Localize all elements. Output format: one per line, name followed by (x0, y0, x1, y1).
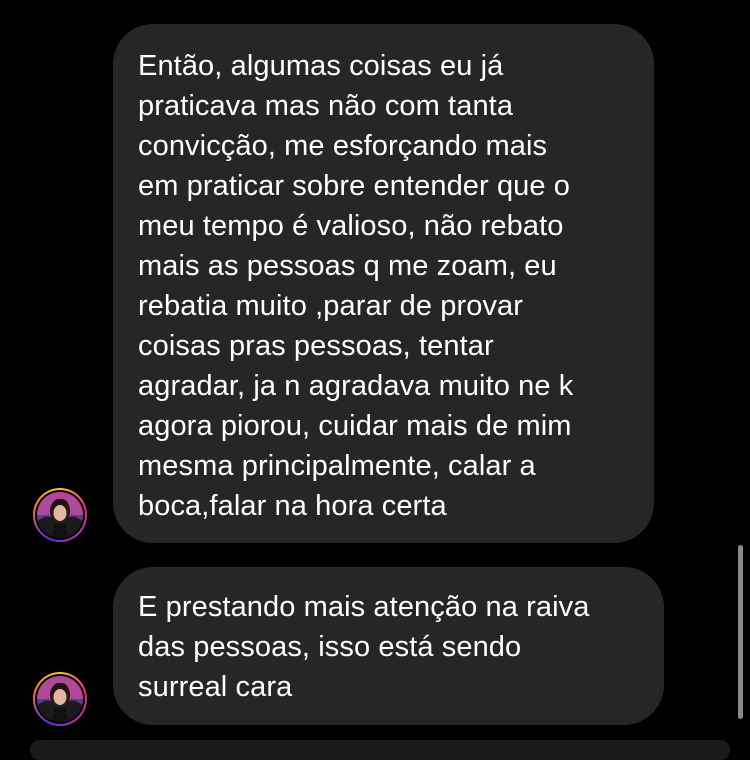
profile-avatar-icon (37, 676, 83, 722)
next-message-bubble-edge (30, 740, 730, 760)
profile-avatar-icon (37, 492, 83, 538)
scrollbar[interactable] (738, 545, 743, 719)
sender-avatar[interactable] (33, 488, 87, 542)
message-bubble[interactable]: E prestando mais atenção na raiva das pe… (113, 567, 664, 725)
sender-avatar[interactable] (33, 672, 87, 726)
message-bubble[interactable]: Então, algumas coisas eu já praticava ma… (113, 24, 654, 543)
